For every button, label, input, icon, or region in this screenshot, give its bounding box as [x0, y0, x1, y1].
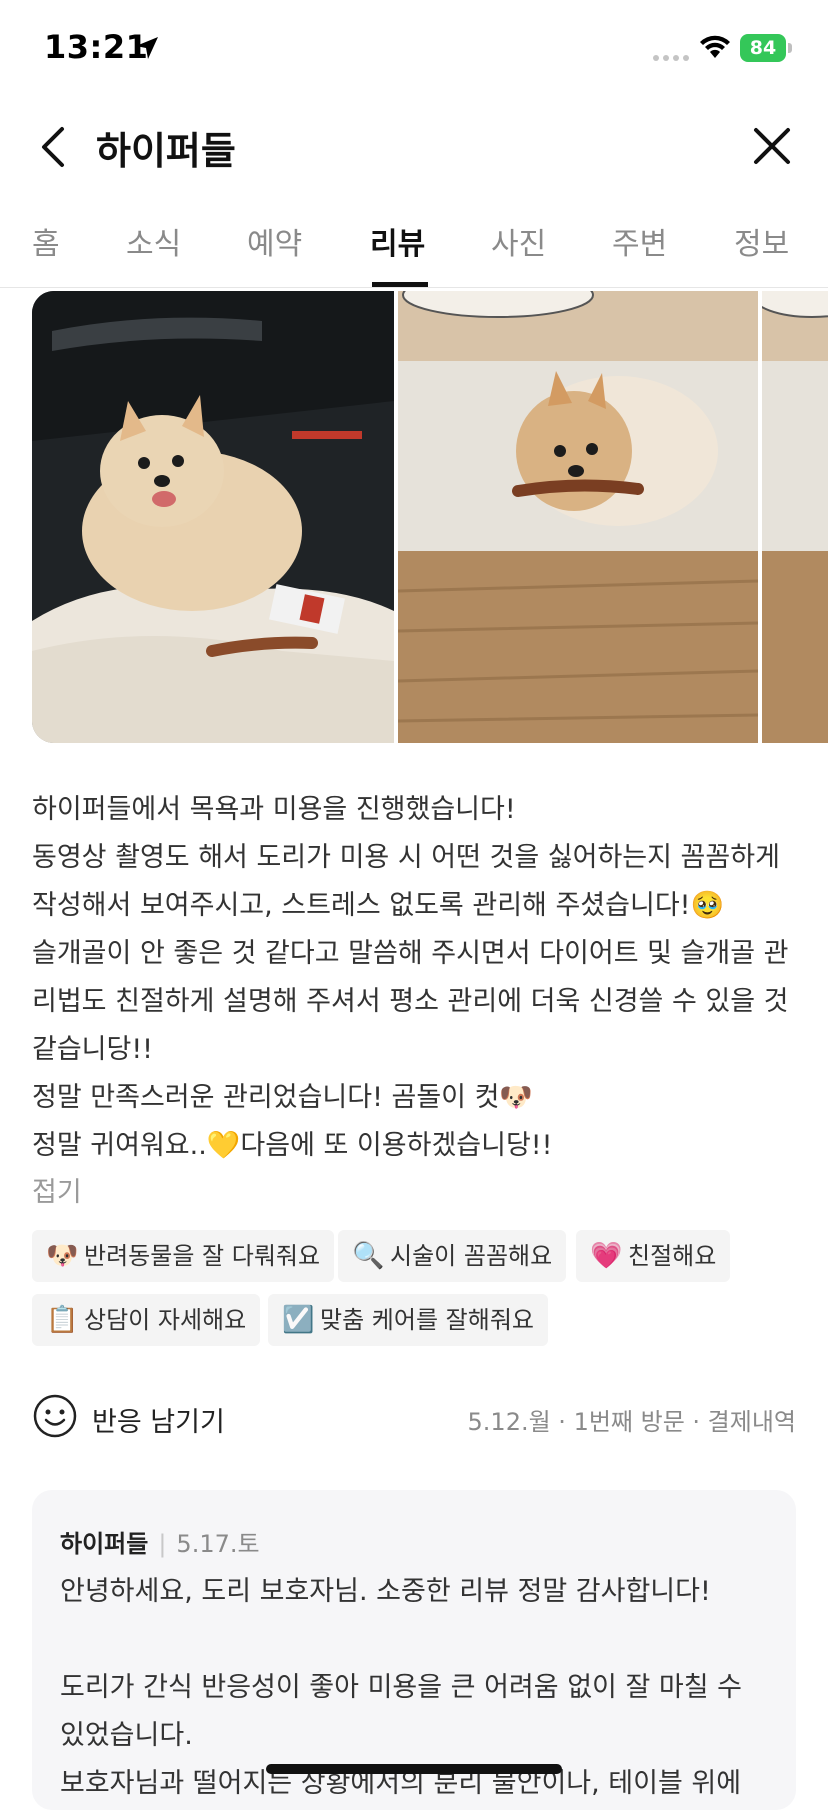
heart-icon: 💗 [590, 1241, 623, 1271]
owner-reply-line: 있었습니다. [60, 1720, 193, 1751]
battery-nub [788, 43, 792, 53]
status-bar: 13:21 84 [0, 0, 828, 100]
smile-icon[interactable] [32, 1393, 78, 1439]
tag-label: 맞춤 케어를 잘해줘요 [320, 1306, 534, 1334]
review-photo-strip[interactable] [32, 291, 828, 743]
review-photo-1[interactable] [32, 291, 394, 743]
magnifier-icon: 🔍 [352, 1241, 385, 1271]
visit-meta: 5.12.월 · 1번째 방문 · 결제내역 [467, 1408, 796, 1436]
tab-photos[interactable]: 사진 [491, 219, 546, 263]
location-arrow-icon [136, 37, 158, 59]
active-tab-indicator [372, 282, 428, 287]
nav-header: 하이퍼들 [0, 100, 828, 190]
review-line: 정말 귀여워요..💛다음에 또 이용하겠습니당!! [32, 1130, 553, 1161]
home-indicator [266, 1764, 562, 1774]
separator: | [158, 1530, 167, 1558]
clipboard-icon: 📋 [46, 1305, 79, 1335]
tab-reviews[interactable]: 리뷰 [370, 219, 425, 263]
owner-reply: 하이퍼들 | 5.17.토 안녕하세요, 도리 보호자님. 소중한 리뷰 정말 감사… [32, 1490, 796, 1810]
tag-label: 친절해요 [628, 1242, 717, 1270]
tab-bar: 홈 소식 예약 리뷰 사진 주변 정보 [0, 205, 828, 288]
review-line: 리법도 친절하게 설명해 주셔서 평소 관리에 더욱 신경쓸 수 있을 것 [32, 986, 789, 1017]
review-line: 하이퍼들에서 목욕과 미용을 진행했습니다! [32, 794, 516, 825]
owner-reply-date: 5.17.토 [176, 1530, 260, 1558]
tab-info[interactable]: 정보 [734, 219, 789, 263]
tab-nearby[interactable]: 주변 [612, 219, 667, 263]
review-photo-2[interactable] [398, 291, 758, 743]
review-line: 정말 만족스러운 관리었습니다! 곰돌이 컷🐶 [32, 1082, 534, 1113]
tag-thorough-treatment: 🔍 시술이 꼼꼼해요 [338, 1230, 567, 1282]
review-line: 같습니당!! [32, 1034, 154, 1065]
owner-reply-line: 도리가 간식 반응성이 좋아 미용을 큰 어려움 없이 잘 마칠 수 [60, 1672, 742, 1703]
tag-handles-pets-well: 🐶 반려동물을 잘 다뤄줘요 [32, 1230, 335, 1282]
review-line: 슬개골이 안 좋은 것 같다고 말씀해 주시면서 다이어트 및 슬개골 관 [32, 938, 789, 969]
review-text: 하이퍼들에서 목욕과 미용을 진행했습니다! 동영상 촬영도 해서 도리가 미용… [32, 786, 796, 1170]
tab-home[interactable]: 홈 [32, 219, 60, 263]
review-line: 동영상 촬영도 해서 도리가 미용 시 어떤 것을 싫어하는지 꼼꼼하게 [32, 842, 780, 873]
owner-name: 하이퍼들 [60, 1530, 149, 1558]
tag-friendly: 💗 친절해요 [576, 1230, 731, 1282]
owner-reply-line [60, 1616, 780, 1664]
tag-label: 상담이 자세해요 [84, 1306, 247, 1334]
tag-custom-care: ☑️ 맞춤 케어를 잘해줘요 [268, 1294, 548, 1346]
puppy-face-icon: 🐶 [46, 1241, 79, 1271]
owner-reply-line: 안녕하세요, 도리 보호자님. 소중한 리뷰 정말 감사합니다! [60, 1576, 711, 1607]
cellular-signal-icon [653, 55, 689, 61]
tag-label: 반려동물을 잘 다뤄줘요 [84, 1242, 321, 1270]
tab-news[interactable]: 소식 [126, 219, 181, 263]
tab-booking[interactable]: 예약 [247, 219, 302, 263]
review-photo-3[interactable] [762, 291, 828, 743]
wifi-icon [700, 35, 730, 58]
reaction-row: 반응 남기기 5.12.월 · 1번째 방문 · 결제내역 [32, 1392, 796, 1442]
check-box-icon: ☑️ [282, 1305, 315, 1335]
tag-detailed-consultation: 📋 상담이 자세해요 [32, 1294, 261, 1346]
leave-reaction-button[interactable]: 반응 남기기 [92, 1400, 225, 1439]
tag-label: 시술이 꼼꼼해요 [390, 1242, 553, 1270]
review-line: 작성해서 보여주시고, 스트레스 없도록 관리해 주셨습니다!🥹 [32, 890, 725, 921]
battery-level: 84 [740, 34, 786, 62]
owner-reply-header: 하이퍼들 | 5.17.토 [60, 1524, 260, 1559]
fold-button[interactable]: 접기 [32, 1170, 82, 1209]
back-arrow-icon[interactable] [36, 124, 72, 170]
battery-indicator: 84 [740, 34, 792, 62]
page-title: 하이퍼들 [96, 129, 236, 173]
close-icon[interactable] [752, 126, 792, 166]
